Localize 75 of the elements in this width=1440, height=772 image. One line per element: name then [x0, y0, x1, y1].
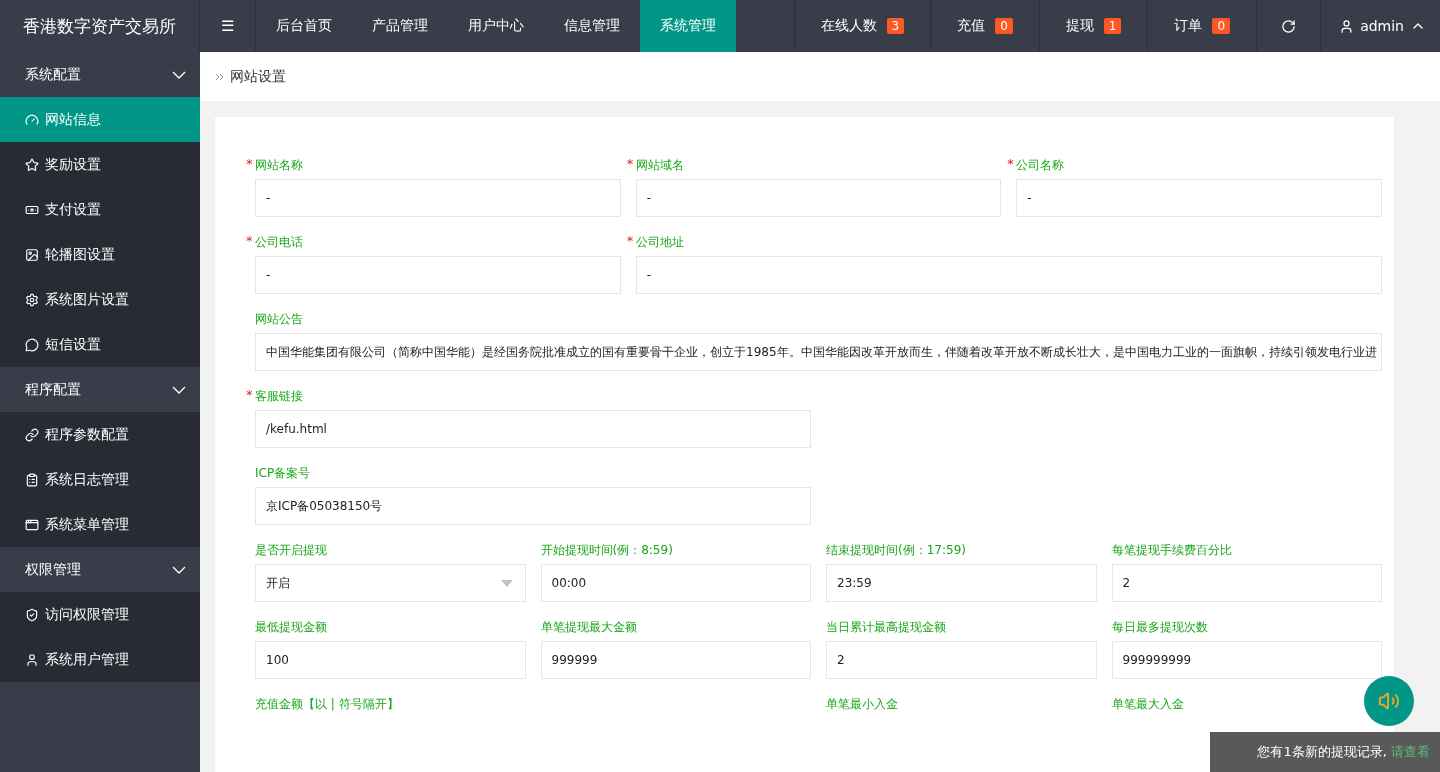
dropdown-caret-icon: [500, 579, 513, 587]
sound-icon[interactable]: [1364, 676, 1414, 726]
field-label: 单笔提现最大金额: [540, 619, 638, 636]
chevron-down-icon: [172, 565, 186, 574]
required-mark: *: [626, 156, 634, 171]
count-badge: 1: [1103, 18, 1122, 34]
shield-icon: [25, 607, 39, 622]
input-field[interactable]: -: [635, 179, 1002, 217]
input-field[interactable]: -: [255, 256, 621, 294]
sidebar-item[interactable]: 系统菜单管理: [0, 502, 200, 547]
sidebar-item[interactable]: 支付设置: [0, 187, 200, 232]
field-label: 充值金额【以 | 符号隔开】: [255, 696, 400, 713]
gauge-icon: [25, 112, 39, 127]
field-label: 每日最多提现次数: [1111, 619, 1209, 636]
input-field[interactable]: 2: [826, 641, 1097, 679]
nav-tab[interactable]: 信息管理: [544, 0, 640, 52]
field-label: 每笔提现手续费百分比: [1111, 542, 1233, 559]
sidebar-item[interactable]: 网站信息: [0, 97, 200, 142]
nav-tab[interactable]: 用户中心: [448, 0, 544, 52]
count-badge: 3: [886, 18, 905, 34]
input-field[interactable]: -: [255, 179, 621, 217]
gear-icon: [25, 292, 39, 307]
count-badge: 0: [1212, 18, 1231, 34]
input-field[interactable]: /kefu.html: [255, 410, 811, 448]
field-label: 单笔最小入金: [826, 696, 899, 713]
input-field[interactable]: 999999999: [1111, 641, 1382, 679]
user-icon: [1339, 18, 1355, 34]
field-label: 是否开启提现: [255, 542, 328, 559]
input-field[interactable]: -: [1016, 179, 1382, 217]
nav-tab[interactable]: 产品管理: [352, 0, 448, 52]
sidebar-item[interactable]: 系统日志管理: [0, 457, 200, 502]
field-label: 开始提现时间(例：8:59): [540, 542, 674, 559]
input-field[interactable]: 100: [255, 641, 526, 679]
link-icon: [25, 427, 39, 442]
nav-tab[interactable]: 系统管理: [640, 0, 736, 52]
sidebar-item[interactable]: 访问权限管理: [0, 592, 200, 637]
window-icon: [25, 517, 39, 532]
input-field[interactable]: 中国华能集团有限公司（简称中国华能）是经国务院批准成立的国有重要骨干企业，创立于1985年。中国华能因改革开放而生，伴随着改革开放不断成长壮大，是中国电力工业的一面旗帜，持续引领发电行业进: [255, 333, 1382, 371]
sidebar-item[interactable]: 短信设置: [0, 322, 200, 367]
sidebar-item[interactable]: 系统用户管理: [0, 637, 200, 682]
sidebar-item[interactable]: 程序参数配置: [0, 412, 200, 457]
input-field[interactable]: 23:59: [826, 564, 1097, 602]
field-label: 结束提现时间(例：17:59): [826, 542, 967, 559]
input-field[interactable]: -: [635, 256, 1382, 294]
field-label: 网站公告: [255, 311, 304, 328]
count-badge: 0: [995, 18, 1013, 34]
required-mark: *: [626, 233, 634, 248]
required-mark: *: [1007, 156, 1014, 171]
sidebar-item[interactable]: 轮播图设置: [0, 232, 200, 277]
field-label: 当日累计最高提现金额: [826, 619, 947, 636]
input-field[interactable]: 2: [1111, 564, 1382, 602]
required-mark: *: [246, 387, 253, 402]
double-chevron-icon: [215, 72, 224, 81]
input-field[interactable]: 00:00: [540, 564, 811, 602]
clipboard-icon: [25, 472, 39, 487]
input-field[interactable]: 京ICP备05038150号: [255, 487, 811, 525]
toast-message: 您有1条新的提现记录, 请查看: [1257, 743, 1430, 761]
chevron-down-icon: [172, 70, 186, 79]
chevron-down-icon: [172, 385, 186, 394]
refresh-icon: [1281, 18, 1297, 34]
field-label: ICP备案号: [255, 465, 312, 482]
input-field[interactable]: 999999: [540, 641, 811, 679]
star-icon: [25, 157, 39, 172]
required-mark: *: [246, 156, 253, 171]
chat-icon: [25, 337, 39, 352]
image-icon: [25, 247, 39, 262]
sidebar-item[interactable]: 奖励设置: [0, 142, 200, 187]
user-icon: [25, 652, 39, 667]
select-field[interactable]: 开启: [255, 564, 526, 602]
field-label: 最低提现金额: [255, 619, 328, 636]
required-mark: *: [246, 233, 253, 248]
nav-tab[interactable]: 后台首页: [256, 0, 352, 52]
sidebar-item[interactable]: 系统图片设置: [0, 277, 200, 322]
field-label: 单笔最大入金: [1111, 696, 1185, 713]
breadcrumb: 网站设置: [230, 67, 286, 86]
